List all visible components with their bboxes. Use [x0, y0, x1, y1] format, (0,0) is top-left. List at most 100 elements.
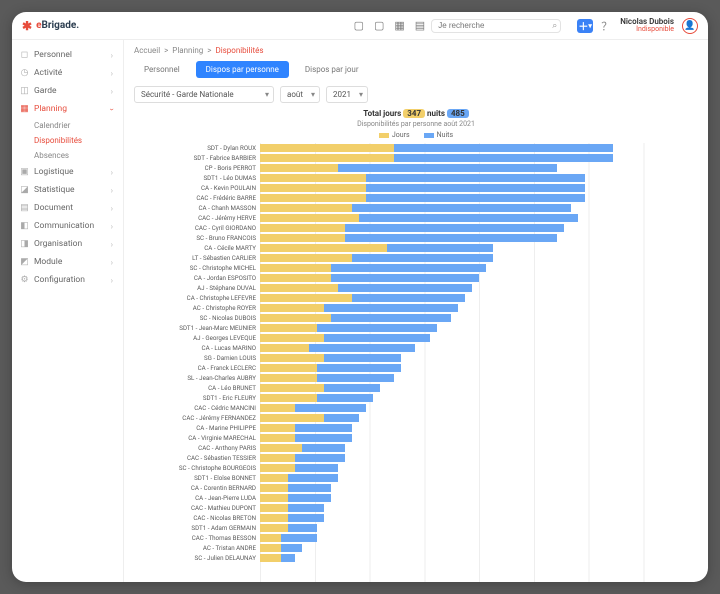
nav-item-configuration[interactable]: ⚙Configuration› [12, 271, 123, 289]
bar-jours [260, 194, 366, 202]
chart-row-bars[interactable] [260, 144, 698, 152]
topbar: ✱ eBrigade. ▢ ▢ ▦ ▤ ⌕ ＋▾ ？ Nicolas Duboi… [12, 12, 708, 40]
chart-row-bars[interactable] [260, 294, 698, 302]
bar-nuits [295, 404, 366, 412]
chart-row-bars[interactable] [260, 504, 698, 512]
chart-row-bars[interactable] [260, 384, 698, 392]
nav-item-communication[interactable]: ◧Communication› [12, 217, 123, 235]
crumb-planning[interactable]: Planning [172, 46, 203, 55]
nav-item-activité[interactable]: ◷Activité› [12, 64, 123, 82]
chart-row-bars[interactable] [260, 374, 698, 382]
chart-row-bars[interactable] [260, 354, 698, 362]
filter-month[interactable]: août [280, 86, 320, 103]
avatar[interactable]: 👤 [682, 18, 698, 34]
chart-row-bars[interactable] [260, 164, 698, 172]
add-button[interactable]: ＋▾ [577, 19, 593, 33]
nav-item-document[interactable]: ▤Document› [12, 199, 123, 217]
chart-row-bars[interactable] [260, 484, 698, 492]
tab-dispos-par-personne[interactable]: Dispos par personne [196, 61, 289, 78]
chart-row-label: SDT1 - Adam GERMAIN [134, 524, 260, 532]
chart-row-bars[interactable] [260, 274, 698, 282]
nav-sub-calendrier[interactable]: Calendrier [34, 118, 123, 133]
chart-row-bars[interactable] [260, 254, 698, 262]
nav-item-planning[interactable]: ▦Planning› [12, 100, 123, 118]
chart-row-bars[interactable] [260, 154, 698, 162]
clipboard-icon[interactable]: ▤ [415, 19, 425, 32]
chart-row-label: CAC - Sébastien TESSIER [134, 454, 260, 462]
chart-row-label: CAC - Anthony PARIS [134, 444, 260, 452]
search-icon[interactable]: ⌕ [552, 21, 557, 31]
bar-nuits [281, 544, 302, 552]
tab-personnel[interactable]: Personnel [134, 61, 190, 78]
nav-item-logistique[interactable]: ▣Logistique› [12, 163, 123, 181]
chart-row-bars[interactable] [260, 544, 698, 552]
nav-item-organisation[interactable]: ◨Organisation› [12, 235, 123, 253]
chart-row-bars[interactable] [260, 284, 698, 292]
chart-row-bars[interactable] [260, 304, 698, 312]
search-box[interactable]: ⌕ [431, 19, 561, 33]
chart-row-bars[interactable] [260, 264, 698, 272]
chart-row-bars[interactable] [260, 214, 698, 222]
filter-year[interactable]: 2021 [326, 86, 368, 103]
chart-row-bars[interactable] [260, 334, 698, 342]
chart-row-bars[interactable] [260, 494, 698, 502]
bar-jours [260, 394, 317, 402]
chart-row-bars[interactable] [260, 464, 698, 472]
chart-row-bars[interactable] [260, 314, 698, 322]
search-input[interactable] [438, 21, 548, 30]
filter-team[interactable]: Sécurité - Garde Nationale [134, 86, 274, 103]
chart-row-label: SDT1 - Léo DUMAS [134, 174, 260, 182]
chart-row-bars[interactable] [260, 424, 698, 432]
chart-row-bars[interactable] [260, 344, 698, 352]
tab-dispos-par-jour[interactable]: Dispos par jour [295, 61, 369, 78]
chart-row-label: CAC - Cyril GIORDANO [134, 224, 260, 232]
nav-icon: ◩ [20, 257, 29, 267]
chart-row-bars[interactable] [260, 414, 698, 422]
chart-row-bars[interactable] [260, 514, 698, 522]
calendar-check-icon[interactable]: ▢ [354, 19, 364, 32]
chart-row-bars[interactable] [260, 434, 698, 442]
chart-row-bars[interactable] [260, 234, 698, 242]
calendar-alt-icon[interactable]: ▦ [394, 19, 404, 32]
bar-jours [260, 204, 352, 212]
nav-icon: ◨ [20, 239, 29, 249]
chart-row-bars[interactable] [260, 324, 698, 332]
legend: Jours Nuits [134, 131, 698, 139]
chart-row-bars[interactable] [260, 474, 698, 482]
bar-nuits [317, 364, 402, 372]
nav-sub-absences[interactable]: Absences [34, 148, 123, 163]
crumb-home[interactable]: Accueil [134, 46, 160, 55]
calendar-icon[interactable]: ▢ [374, 19, 384, 32]
brand-logo[interactable]: ✱ eBrigade. [22, 19, 79, 33]
chart-row-bars[interactable] [260, 174, 698, 182]
chart-row-bars[interactable] [260, 364, 698, 372]
chart-row-label: CAC - Cédric MANCINI [134, 404, 260, 412]
nav-item-garde[interactable]: ◫Garde› [12, 82, 123, 100]
chart-row-bars[interactable] [260, 524, 698, 532]
nav-item-module[interactable]: ◩Module› [12, 253, 123, 271]
chart-row-bars[interactable] [260, 194, 698, 202]
chart-row-bars[interactable] [260, 404, 698, 412]
chart-row-label: CA - Léo BRUNET [134, 384, 260, 392]
chart-row-label: CAC - Jérémy HERVE [134, 214, 260, 222]
bar-nuits [359, 214, 578, 222]
chart-row-bars[interactable] [260, 394, 698, 402]
nav-sub-disponibilités[interactable]: Disponibilités [34, 133, 123, 148]
chart-row-bars[interactable] [260, 554, 698, 562]
chart-row-bars[interactable] [260, 184, 698, 192]
chart-row-bars[interactable] [260, 224, 698, 232]
user-block[interactable]: Nicolas Dubois Indisponible [620, 18, 674, 33]
chart-row-bars[interactable] [260, 204, 698, 212]
nav-item-statistique[interactable]: ◪Statistique› [12, 181, 123, 199]
bar-jours [260, 454, 295, 462]
chart-row-bars[interactable] [260, 534, 698, 542]
chart-row-bars[interactable] [260, 244, 698, 252]
chart-row: AC - Tristan ANDRE [134, 543, 698, 553]
help-icon[interactable]: ？ [601, 18, 612, 34]
chart-row-bars[interactable] [260, 454, 698, 462]
chart-row-label: CAC - Thomas BESSON [134, 534, 260, 542]
nav-item-personnel[interactable]: ◻Personnel› [12, 46, 123, 64]
chart-row-bars[interactable] [260, 444, 698, 452]
chart-row-label: CA - Lucas MARINO [134, 344, 260, 352]
chart-row-label: CP - Boris PERROT [134, 164, 260, 172]
